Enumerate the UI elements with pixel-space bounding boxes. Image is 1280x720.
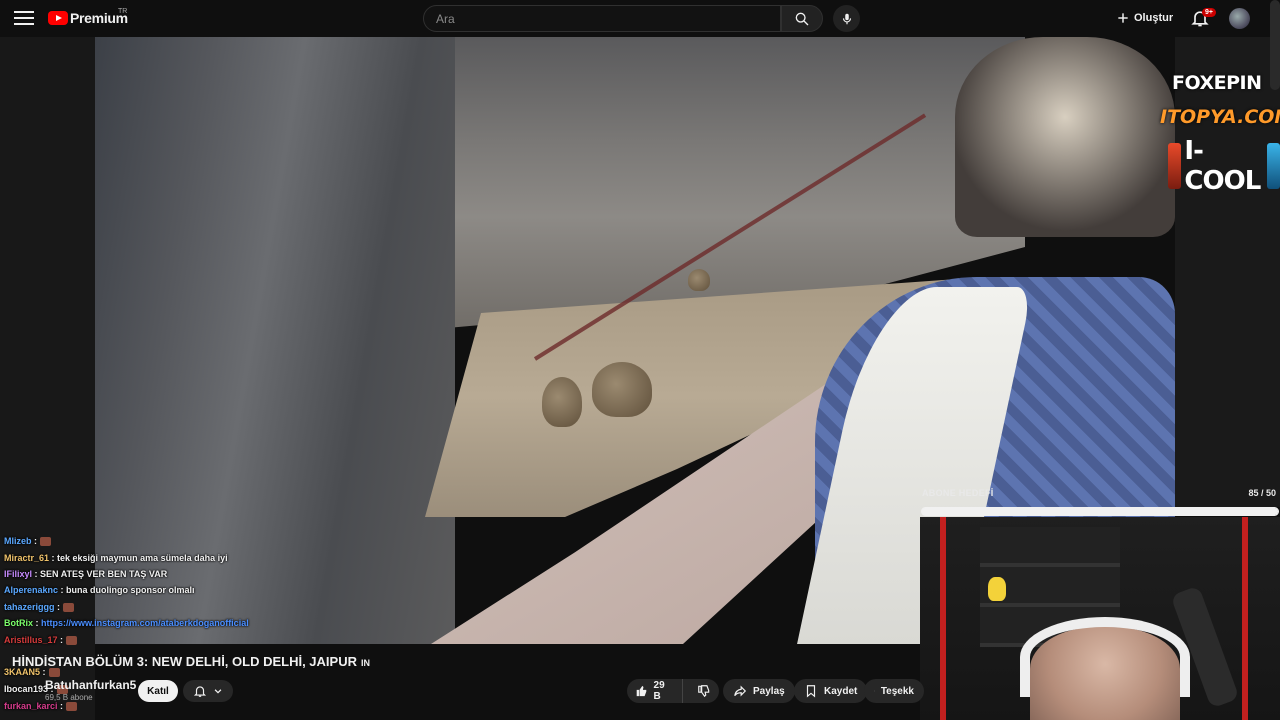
bookmark-icon	[806, 685, 816, 698]
channel-name[interactable]: Batuhanfurkan5	[45, 678, 136, 692]
thumbs-up-icon	[636, 685, 647, 697]
chat-username[interactable]: IFilixyl	[4, 569, 32, 579]
chat-message: Alperenaknc : buna duolingo sponsor olma…	[4, 585, 195, 595]
itopya-logo: ITOPYA.COM	[1160, 106, 1280, 128]
join-button[interactable]: Katıl	[138, 680, 178, 702]
webcam-pikachu-figure	[988, 577, 1006, 601]
youtube-premium-logo[interactable]: Premium	[48, 10, 128, 26]
chat-username[interactable]: Ibocan193	[4, 684, 48, 694]
subscriber-goal-count: 85 / 50	[1248, 488, 1276, 498]
icool-can-blue	[1266, 143, 1280, 189]
chat-username[interactable]: Alperenaknc	[4, 585, 58, 595]
chat-message: BotRix : https://www.instagram.com/atabe…	[4, 618, 249, 628]
chat-username[interactable]: Miractr_61	[4, 553, 49, 563]
chat-emote	[66, 702, 78, 712]
chevron-down-icon	[214, 689, 222, 694]
icool-can-red	[1168, 143, 1182, 189]
chat-message: Aristillus_17 :	[4, 635, 78, 646]
chat-message: IFilixyl : SEN ATEŞ VER BEN TAŞ VAR	[4, 569, 168, 579]
save-label: Kaydet	[824, 685, 858, 697]
chat-emote	[66, 636, 78, 646]
chat-message-text[interactable]: https://www.instagram.com/ataberkdoganof…	[41, 618, 249, 628]
subscriber-count: 69,5 B abone	[45, 693, 93, 702]
video-person-hat	[955, 37, 1175, 237]
subscriber-goal-label: ABONE HEDEFİ	[922, 488, 994, 498]
create-label: Oluştur	[1134, 12, 1174, 24]
like-dislike-group: 29 B	[627, 679, 719, 703]
account-avatar[interactable]	[1229, 8, 1250, 29]
chat-username[interactable]: BotRix	[4, 618, 33, 628]
top-bar: Premium TR Oluştur 9+	[0, 0, 1280, 37]
search-button[interactable]	[781, 5, 823, 32]
share-icon	[734, 685, 747, 697]
plus-icon	[1118, 13, 1128, 23]
chat-username[interactable]: tahazeriggg	[4, 602, 55, 612]
video-monkey	[688, 269, 710, 291]
subscriber-goal-fill	[922, 508, 1278, 515]
chat-emote	[40, 537, 52, 547]
bell-icon	[193, 686, 207, 697]
video-title-text: HİNDİSTAN BÖLÜM 3: NEW DELHİ, OLD DELHİ,…	[12, 654, 357, 669]
dislike-button[interactable]	[689, 679, 719, 703]
subscriber-goal-bar	[921, 507, 1279, 516]
voice-search-button[interactable]	[833, 5, 860, 32]
super-thanks-icon	[874, 690, 875, 692]
thanks-button[interactable]: Teşekk	[864, 679, 924, 703]
menu-icon[interactable]	[12, 8, 36, 28]
chat-message-text: buna duolingo sponsor olmalı	[66, 585, 195, 595]
like-count: 29 B	[653, 680, 665, 702]
search-icon	[795, 12, 809, 25]
chat-message: Mlizeb :	[4, 536, 52, 547]
thumbs-down-icon	[698, 685, 710, 698]
like-button[interactable]: 29 B	[627, 679, 683, 703]
foxepin-logo: FOXEPIN	[1172, 72, 1262, 94]
chat-username[interactable]: furkan_karci	[4, 701, 58, 711]
create-button[interactable]: Oluştur	[1116, 8, 1173, 28]
sponsor-logos: FOXEPIN ITOPYA.COM I-COOL	[1152, 72, 1280, 196]
youtube-logo-icon	[48, 11, 68, 25]
notification-badge: 9+	[1202, 8, 1216, 17]
share-label: Paylaş	[753, 685, 785, 697]
microphone-icon	[842, 13, 851, 24]
logo-country-code: TR	[118, 8, 128, 15]
chat-username[interactable]: Aristillus_17	[4, 635, 58, 645]
video-title-tag: IN	[360, 658, 370, 668]
icool-logo-text: I-COOL	[1184, 136, 1261, 196]
share-button[interactable]: Paylaş	[723, 679, 795, 703]
search-input[interactable]	[423, 5, 781, 32]
webcam-red-light-right	[1242, 517, 1248, 720]
video-title: HİNDİSTAN BÖLÜM 3: NEW DELHİ, OLD DELHİ,…	[12, 654, 370, 669]
save-button[interactable]: Kaydet	[794, 679, 868, 703]
webcam-red-light-left	[940, 517, 946, 720]
icool-logo: I-COOL	[1168, 136, 1280, 196]
video-monkey	[542, 377, 582, 427]
thanks-label: Teşekk	[880, 685, 914, 697]
chat-message: Miractr_61 : tek eksiği maymun ama sümel…	[4, 553, 228, 563]
chat-message: furkan_karci :	[4, 701, 78, 712]
video-monkey	[592, 362, 652, 417]
chat-message-text: SEN ATEŞ VER BEN TAŞ VAR	[40, 569, 168, 579]
chat-username[interactable]: Mlizeb	[4, 536, 32, 546]
chat-emote	[48, 668, 60, 678]
webcam-headphones	[1020, 617, 1190, 697]
chat-message-text: tek eksiği maymun ama sümela daha iyi	[57, 553, 228, 563]
webcam-overlay	[920, 517, 1280, 720]
subscription-bell-button[interactable]	[183, 680, 233, 702]
chat-message: tahazeriggg :	[4, 602, 75, 613]
chat-emote	[63, 603, 75, 613]
